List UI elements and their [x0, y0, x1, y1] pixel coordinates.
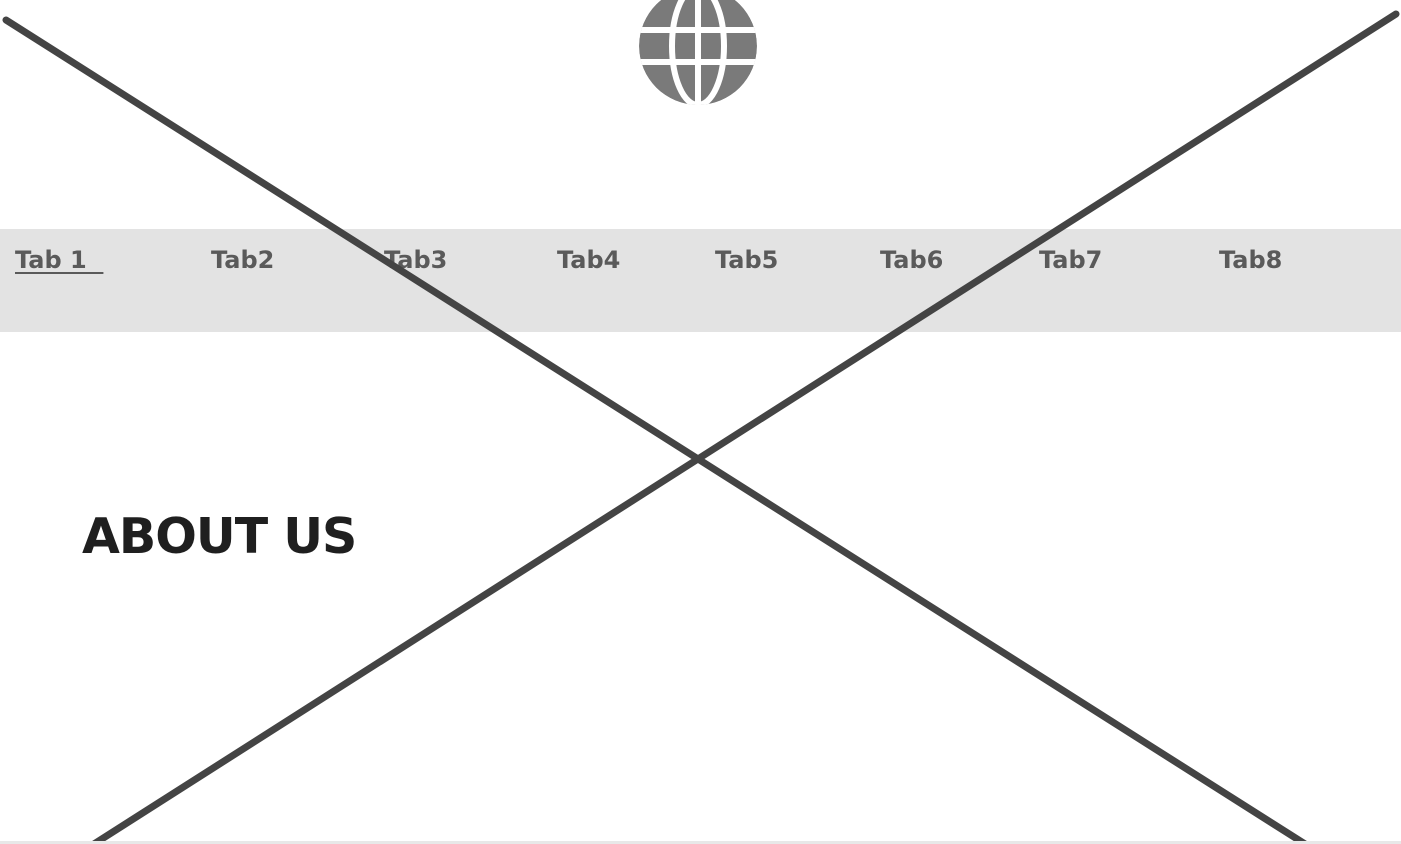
tab-8[interactable]: Tab8	[1219, 245, 1282, 275]
tab-bar: Tab 1 Tab2 Tab3 Tab4 Tab5 Tab6 Tab7 Tab8	[0, 229, 1401, 332]
placeholder-line-descending	[2, 16, 1309, 844]
tab-6[interactable]: Tab6	[880, 245, 943, 275]
tab-5[interactable]: Tab5	[715, 245, 778, 275]
tab-1[interactable]: Tab 1	[15, 245, 103, 275]
placeholder-line-ascending	[90, 10, 1400, 844]
tab-2[interactable]: Tab2	[211, 245, 274, 275]
tab-4[interactable]: Tab4	[557, 245, 620, 275]
image-placeholder-cross	[2, 10, 1400, 844]
tab-3[interactable]: Tab3	[384, 245, 447, 275]
globe-icon[interactable]	[638, 0, 758, 106]
tab-7[interactable]: Tab7	[1039, 245, 1102, 275]
page: Tab 1 Tab2 Tab3 Tab4 Tab5 Tab6 Tab7 Tab8…	[0, 0, 1401, 844]
page-heading: ABOUT US	[82, 508, 357, 565]
